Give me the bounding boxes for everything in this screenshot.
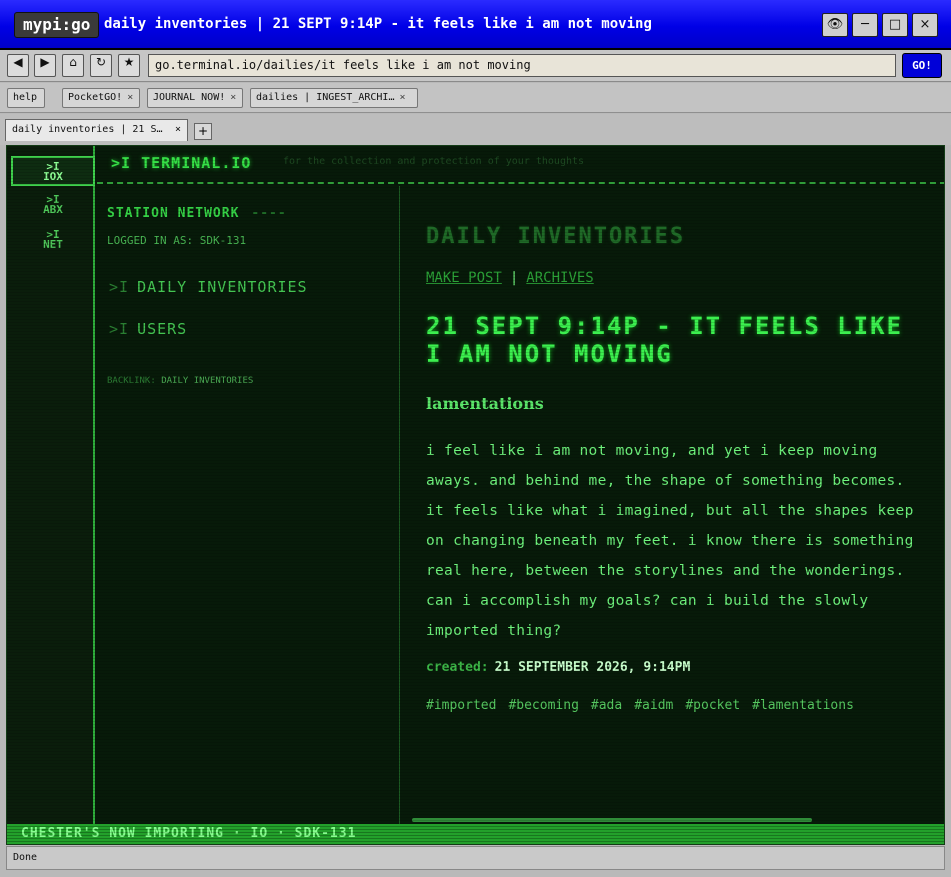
post-actions: MAKE POST | ARCHIVES (426, 270, 594, 286)
station-label: STATION NETWORK (107, 206, 240, 221)
minimize-button[interactable]: ─ (852, 13, 878, 37)
back-icon[interactable]: ◀ (7, 54, 29, 77)
browser-status-bar: Done (6, 846, 945, 870)
go-button[interactable]: GO! (902, 53, 942, 78)
bookmark-dailies[interactable]: dailies | INGEST_ARCHI… × (250, 88, 418, 108)
sidebar-item-users[interactable]: >I USERS (109, 320, 187, 338)
tag-link[interactable]: #lamentations (752, 698, 854, 713)
new-tab-button[interactable]: + (194, 123, 212, 140)
created-value: 21 SEPTEMBER 2026, 9:14PM (494, 660, 691, 675)
forward-icon[interactable]: ▶ (34, 54, 56, 77)
post-body: i feel like i am not moving, and yet i k… (426, 443, 914, 639)
backlink: BACKLINK: DAILY INVENTORIES (107, 376, 253, 386)
view-eye-button[interactable]: 👁 (822, 13, 848, 37)
close-window-button[interactable]: × (912, 13, 938, 37)
archives-link[interactable]: ARCHIVES (526, 270, 593, 286)
tab-daily-inventories[interactable]: daily inventories | 21 S… × (5, 119, 188, 141)
tag-link[interactable]: #becoming (508, 698, 578, 713)
created-label: created: (426, 660, 489, 675)
backlink-link[interactable]: DAILY INVENTORIES (161, 376, 253, 386)
close-tab-icon[interactable]: × (175, 120, 181, 140)
sidebar-item-label: DAILY INVENTORIES (137, 278, 308, 296)
tag-link[interactable]: #ada (591, 698, 622, 713)
home-icon[interactable]: ⌂ (62, 54, 84, 77)
rail-label: ABX (43, 203, 63, 216)
link-separator: | (509, 270, 519, 286)
horizontal-scrollbar[interactable] (402, 816, 944, 824)
scrollbar-thumb[interactable] (412, 818, 812, 822)
rail-item-iox[interactable]: >I IOX (11, 156, 95, 186)
page-viewport: >I IOX >I ABX >I NET >I TERMINAL.IO for … (6, 145, 945, 845)
sidebar-item-daily-inventories[interactable]: >I DAILY INVENTORIES (109, 278, 308, 296)
site-brand[interactable]: >I TERMINAL.IO (111, 154, 251, 172)
bookmark-pocketgo[interactable]: PocketGO! × (62, 88, 140, 108)
bookmarks-bar: help PocketGO! × JOURNAL NOW! × dailies | … (0, 83, 951, 113)
app-name-badge[interactable]: mypi:go (14, 12, 100, 38)
close-icon[interactable]: × (127, 92, 133, 103)
close-icon[interactable]: × (230, 92, 236, 103)
sidebar: STATION NETWORK ---- LOGGED IN AS: SDK-13… (97, 186, 400, 824)
bookmark-label: help (13, 92, 38, 103)
rail-label: IOX (43, 170, 63, 183)
logged-in-status: LOGGED IN AS: SDK-131 (107, 234, 247, 247)
station-heading: STATION NETWORK ---- (107, 206, 287, 221)
station-rule: ---- (251, 206, 287, 221)
tag-link[interactable]: #imported (426, 698, 496, 713)
app-rail: >I IOX >I ABX >I NET (7, 146, 95, 824)
url-input[interactable]: go.terminal.io/dailies/it feels like i a… (148, 54, 896, 77)
tag-link[interactable]: #aidm (634, 698, 673, 713)
bookmark-label: PocketGO! (68, 92, 123, 103)
page-title: DAILY INVENTORIES (426, 224, 686, 249)
bookmark-help[interactable]: help (7, 88, 45, 108)
main-content: DAILY INVENTORIES MAKE POST | ARCHIVES 21 … (402, 186, 944, 824)
make-post-link[interactable]: MAKE POST (426, 270, 502, 286)
rail-item-net[interactable]: >I NET (11, 226, 95, 256)
tab-strip: daily inventories | 21 S… × + (0, 114, 951, 145)
bookmark-journal-now[interactable]: JOURNAL NOW! × (147, 88, 243, 108)
close-icon[interactable]: × (399, 92, 405, 103)
address-bar: ◀ ▶ ⌂ ↻ ★ go.terminal.io/dailies/it feel… (0, 50, 951, 82)
nav-prefix: >I (109, 278, 130, 296)
rail-label: NET (43, 238, 63, 251)
bookmark-label: dailies | INGEST_ARCHI… (256, 92, 395, 103)
tab-label: daily inventories | 21 S… (12, 124, 163, 135)
bookmark-star-icon[interactable]: ★ (118, 54, 140, 77)
nav-prefix: >I (109, 320, 130, 338)
post-tags: #imported #becoming #ada #aidm #pocket #lamen… (426, 698, 866, 713)
backlink-label: BACKLINK: (107, 376, 156, 386)
site-tagline: for the collection and protection of you… (283, 156, 585, 167)
site-header: >I TERMINAL.IO for the collection and pr… (97, 146, 944, 184)
rail-item-abx[interactable]: >I ABX (11, 191, 95, 221)
window-title: daily inventories | 21 SEPT 9:14P - it f… (104, 16, 652, 32)
post-category: lamentations (426, 394, 544, 413)
status-line-text: CHESTER'S NOW IMPORTING · IO · SDK-131 (21, 826, 357, 841)
window-title-bar: mypi:go daily inventories | 21 SEPT 9:14… (0, 0, 951, 50)
sidebar-item-label: USERS (137, 320, 188, 338)
tag-link[interactable]: #pocket (685, 698, 740, 713)
post-title: 21 SEPT 9:14P - IT FEELS LIKE I AM NOT M… (426, 312, 904, 368)
post-created: created: 21 SEPTEMBER 2026, 9:14PM (426, 660, 690, 675)
terminal-status-line: CHESTER'S NOW IMPORTING · IO · SDK-131 (7, 824, 944, 844)
bookmark-label: JOURNAL NOW! (153, 92, 226, 103)
reload-icon[interactable]: ↻ (90, 54, 112, 77)
maximize-button[interactable]: □ (882, 13, 908, 37)
